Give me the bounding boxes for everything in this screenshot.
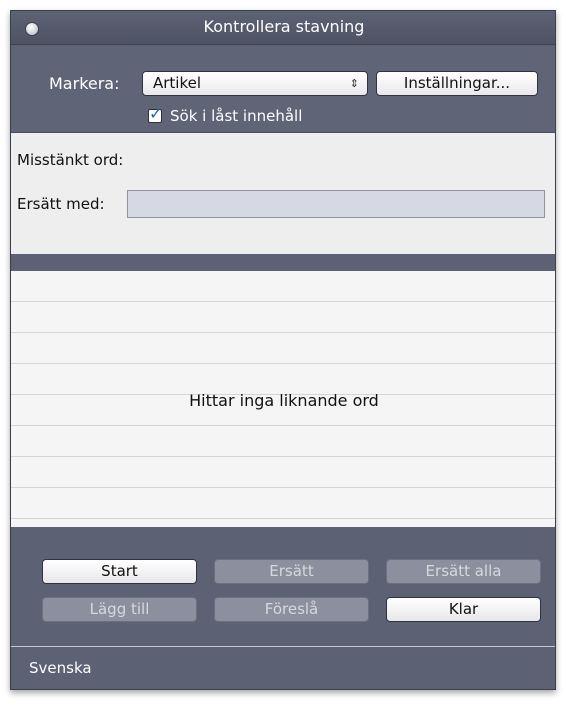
markera-label: Markera: [49, 74, 120, 93]
checkmark-icon: ✓ [149, 104, 163, 123]
search-controls: Markera: Artikel ⇕ Inställningar... ✓ Sö… [11, 46, 555, 132]
start-button[interactable]: Start [42, 559, 197, 584]
select-arrows-icon: ⇕ [349, 77, 359, 90]
locked-content-checkbox-row[interactable]: ✓ Sök i låst innehåll [148, 104, 303, 126]
replace-with-input[interactable] [127, 190, 545, 218]
replace-all-button[interactable]: Ersätt alla [386, 559, 541, 584]
language-label: Svenska [29, 659, 92, 677]
footer: Svenska [11, 647, 555, 689]
no-suggestions-message: Hittar inga liknande ord [189, 391, 379, 410]
word-section: Misstänkt ord: Ersätt med: [11, 132, 555, 254]
section-divider [11, 254, 555, 271]
action-buttons: Start Ersätt Ersätt alla Lägg till Föres… [11, 527, 555, 646]
suggestion-list[interactable]: Hittar inga liknande ord [11, 271, 555, 527]
markera-select-value: Artikel [153, 74, 202, 92]
settings-button[interactable]: Inställningar... [376, 71, 538, 96]
done-button[interactable]: Klar [386, 597, 541, 622]
window-title: Kontrollera stavning [203, 17, 365, 36]
markera-select[interactable]: Artikel ⇕ [142, 71, 368, 96]
locked-content-checkbox[interactable]: ✓ [148, 104, 162, 123]
replace-with-label: Ersätt med: [17, 195, 105, 213]
locked-content-label: Sök i låst innehåll [170, 107, 303, 125]
add-button[interactable]: Lägg till [42, 597, 197, 622]
spell-check-panel: Kontrollera stavning Markera: Artikel ⇕ … [10, 10, 556, 690]
title-bar[interactable]: Kontrollera stavning [11, 11, 555, 45]
suggest-button[interactable]: Föreslå [214, 597, 369, 622]
replace-button[interactable]: Ersätt [214, 559, 369, 584]
suspect-word-label: Misstänkt ord: [17, 151, 124, 169]
